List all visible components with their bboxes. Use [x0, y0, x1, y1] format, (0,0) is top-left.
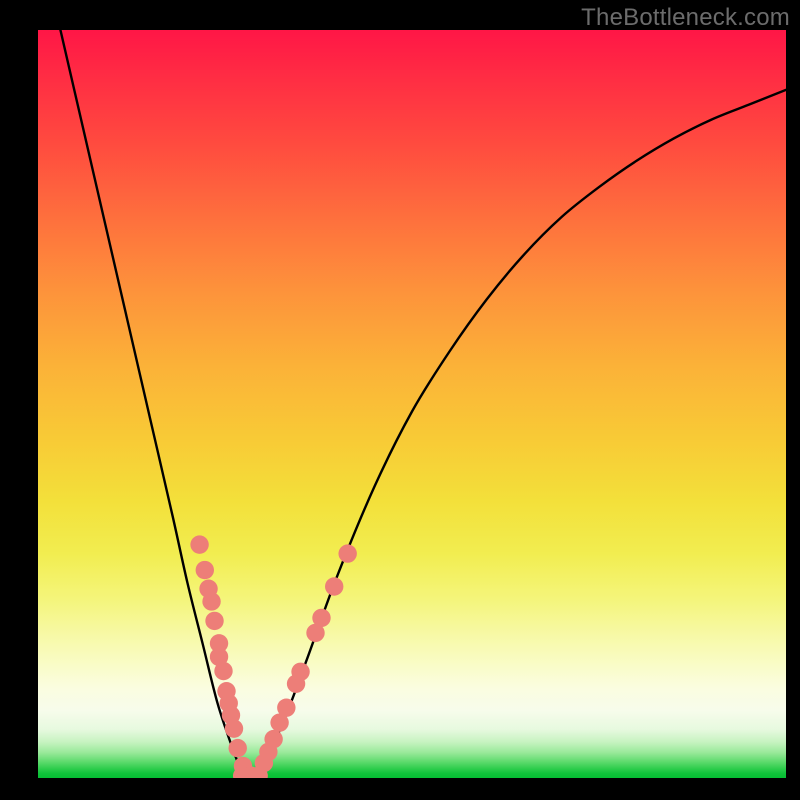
sample-dots — [190, 535, 356, 778]
sample-dot — [225, 719, 243, 737]
sample-dot — [196, 561, 214, 579]
sample-dot — [202, 592, 220, 610]
sample-dot — [214, 662, 232, 680]
sample-dot — [229, 739, 247, 757]
chart-frame: TheBottleneck.com — [0, 0, 800, 800]
sample-dot — [291, 663, 309, 681]
sample-dot — [277, 698, 295, 716]
watermark-text: TheBottleneck.com — [581, 4, 790, 32]
sample-dot — [190, 535, 208, 553]
sample-dot — [264, 730, 282, 748]
sample-dot — [312, 609, 330, 627]
sample-dot — [205, 612, 223, 630]
chart-svg — [38, 30, 786, 778]
bottleneck-curve — [60, 30, 786, 777]
sample-dot — [338, 544, 356, 562]
plot-area — [38, 30, 786, 778]
sample-dot — [325, 577, 343, 595]
bottleneck-curve-path — [60, 30, 786, 777]
